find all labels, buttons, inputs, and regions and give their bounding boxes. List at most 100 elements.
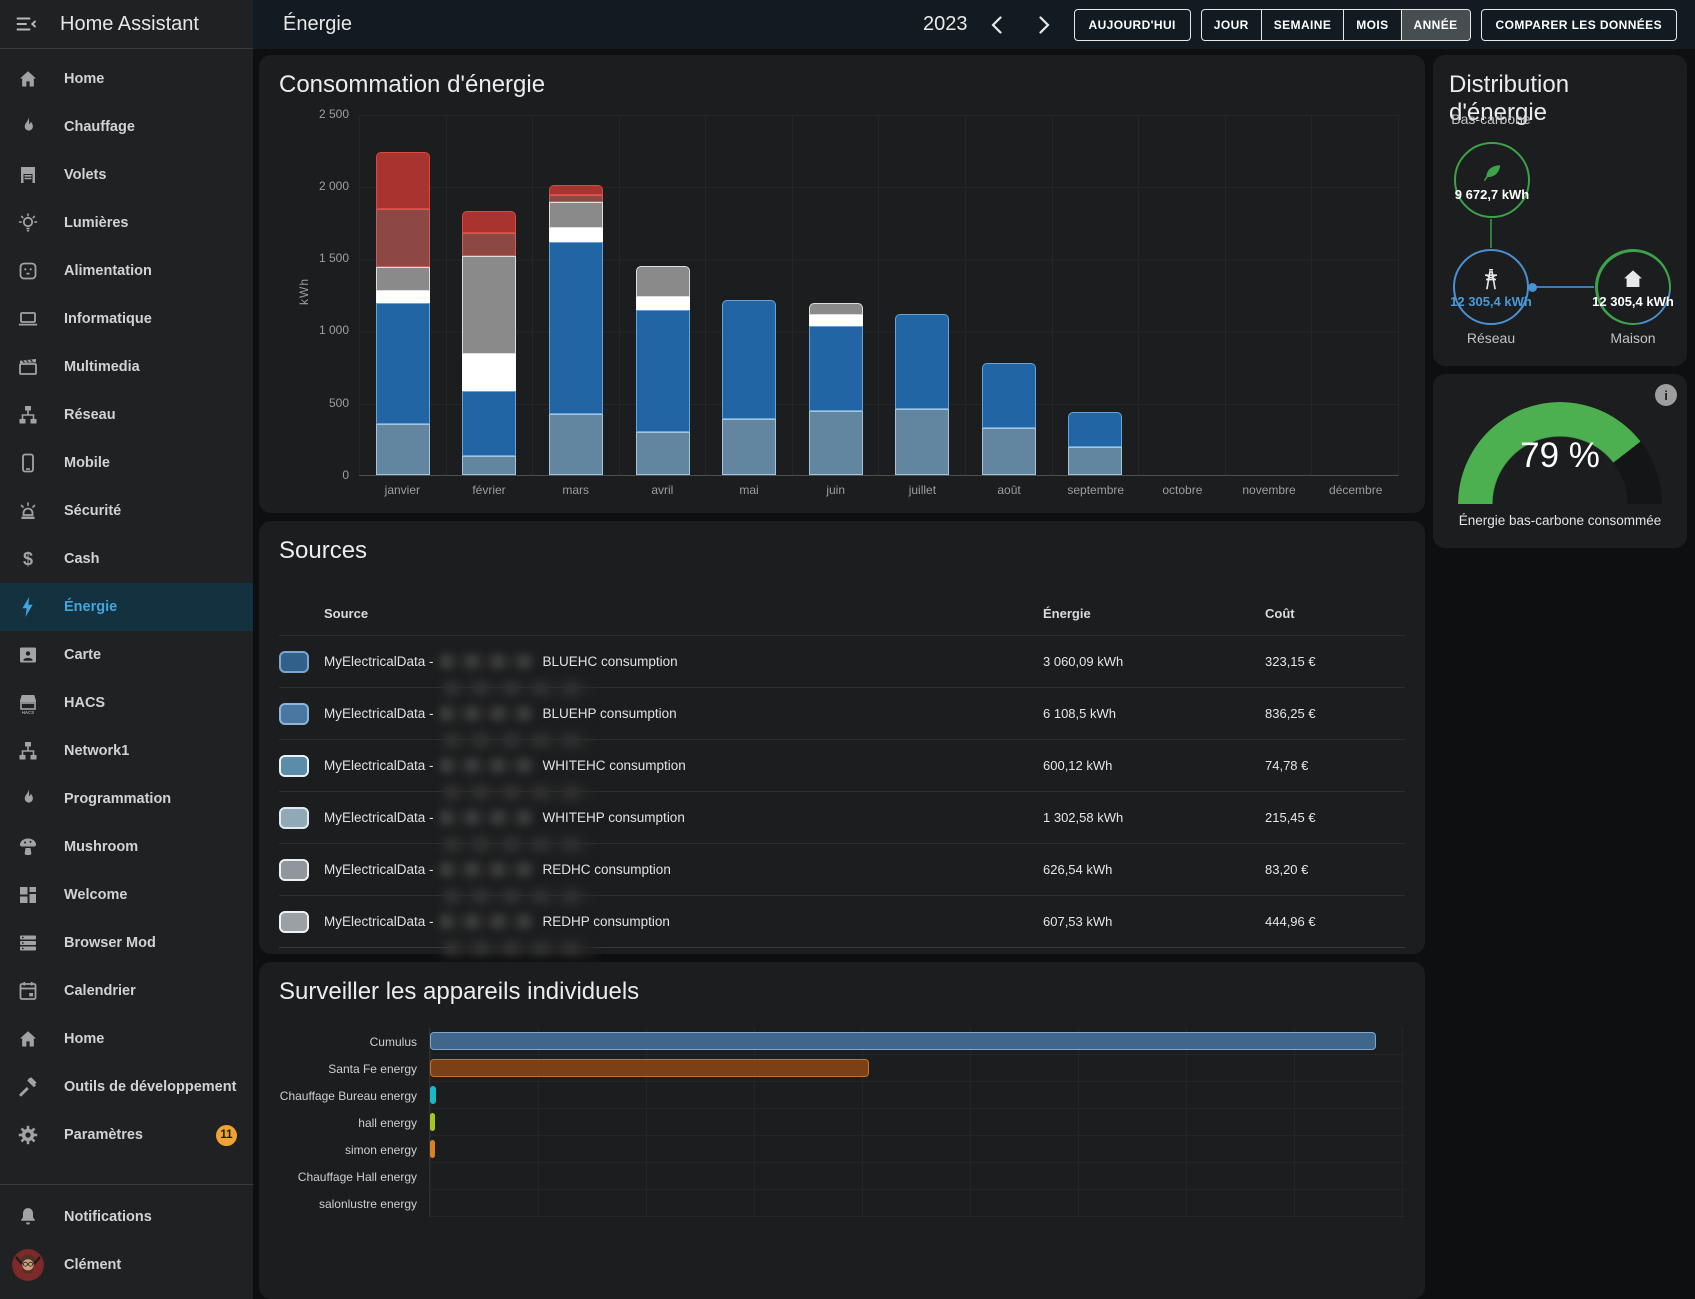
device-label: Cumulus	[279, 1035, 429, 1049]
stacked-bar	[636, 266, 690, 475]
source-row[interactable]: MyElectricalData -REDHP consumption 607,…	[279, 895, 1405, 947]
currency-usd-icon: $	[16, 547, 40, 571]
device-track	[429, 1109, 1405, 1136]
source-row[interactable]: MyElectricalData -BLUEHP consumption 6 1…	[279, 687, 1405, 739]
menu-open-icon[interactable]	[14, 12, 38, 36]
low-carbon-node[interactable]: 9 672,7 kWh	[1454, 142, 1530, 218]
sidebar-item-cash[interactable]: $ Cash	[0, 535, 253, 583]
source-name: WHITEHC consumption	[543, 758, 686, 773]
source-row[interactable]: MyElectricalData -REDHC consumption 626,…	[279, 843, 1405, 895]
devices-chart: Cumulus Santa Fe energy Chauffage Bureau…	[279, 1028, 1405, 1217]
sidebar-item-mobile[interactable]: Mobile	[0, 439, 253, 487]
devices-title: Surveiller les appareils individuels	[279, 978, 1405, 1006]
month-slot	[878, 115, 965, 475]
source-name: WHITEHP consumption	[543, 810, 685, 825]
sidebar-item-mushroom[interactable]: Mushroom	[0, 823, 253, 871]
device-bar	[430, 1140, 435, 1158]
alarm-light-icon	[16, 499, 40, 523]
home-node[interactable]: 12 305,4 kWh	[1598, 252, 1669, 323]
consumption-chart: kWh 2 500 2 000 1 500 1 000 500 0	[359, 115, 1399, 497]
redacted-id	[440, 914, 535, 929]
source-color-swatch	[279, 703, 309, 725]
sidebar-nav: Home Chauffage Volets Lumières Alimentat…	[0, 49, 253, 1159]
sources-header: Source Énergie Coût	[279, 591, 1405, 635]
tab-mois[interactable]: MOIS	[1344, 10, 1401, 40]
sidebar-item-securite[interactable]: Sécurité	[0, 487, 253, 535]
month-slot	[1052, 115, 1139, 475]
device-label: Chauffage Bureau energy	[279, 1089, 429, 1103]
source-prefix: MyElectricalData -	[324, 654, 434, 669]
source-cost: 74,78 €	[1265, 758, 1405, 773]
sidebar-item-informatique[interactable]: Informatique	[0, 295, 253, 343]
sidebar-item-multimedia[interactable]: Multimedia	[0, 343, 253, 391]
sidebar-item-network1[interactable]: Network1	[0, 727, 253, 775]
source-row[interactable]: MyElectricalData -WHITEHP consumption 1 …	[279, 791, 1405, 843]
sidebar-item-alimentation[interactable]: Alimentation	[0, 247, 253, 295]
sidebar-item-home2[interactable]: Home	[0, 1015, 253, 1063]
device-track	[429, 1028, 1405, 1055]
sidebar-item-chauffage[interactable]: Chauffage	[0, 103, 253, 151]
account-box-icon	[16, 643, 40, 667]
col-cout: Coût	[1265, 606, 1405, 621]
device-track	[429, 1082, 1405, 1109]
sidebar-item-label: Sécurité	[64, 503, 121, 519]
sidebar-item-user[interactable]: Clément	[0, 1241, 253, 1289]
month-slot	[532, 115, 619, 475]
sidebar-item-hacs[interactable]: HACS HACS	[0, 679, 253, 727]
sidebar-item-lumieres[interactable]: Lumières	[0, 199, 253, 247]
x-tick: août	[966, 483, 1053, 497]
month-slot	[446, 115, 533, 475]
device-row: Cumulus	[279, 1028, 1405, 1055]
sidebar-item-notifications[interactable]: Notifications	[0, 1193, 253, 1241]
y-axis-label: kWh	[297, 278, 311, 305]
house-icon	[1620, 266, 1646, 292]
source-row[interactable]: MyElectricalData -WHITEHC consumption 60…	[279, 739, 1405, 791]
home-label: Maison	[1573, 330, 1693, 346]
sidebar-item-outils-dev[interactable]: Outils de développement	[0, 1063, 253, 1111]
sidebar-item-calendrier[interactable]: Calendrier	[0, 967, 253, 1015]
sidebar-item-browser-mod[interactable]: Browser Mod	[0, 919, 253, 967]
grid-node[interactable]: 12 305,4 kWh	[1453, 249, 1529, 325]
sidebar-item-label: Programmation	[64, 791, 171, 807]
gauge-card: i 79 % Énergie bas-carbone consommée	[1433, 374, 1687, 548]
source-color-swatch	[279, 651, 309, 673]
tab-jour[interactable]: JOUR	[1202, 10, 1262, 40]
chevron-left-icon[interactable]	[978, 8, 1016, 42]
sidebar-item-energie[interactable]: Énergie	[0, 583, 253, 631]
tab-annee[interactable]: ANNÉE	[1402, 10, 1470, 40]
low-carbon-value: 9 672,7 kWh	[1455, 187, 1529, 202]
x-tick: mars	[532, 483, 619, 497]
compare-data-button[interactable]: COMPARER LES DONNÉES	[1481, 9, 1677, 41]
home-node-ring: 12 305,4 kWh	[1595, 249, 1671, 325]
sidebar-item-volets[interactable]: Volets	[0, 151, 253, 199]
laptop-icon	[16, 307, 40, 331]
sidebar-item-label: Paramètres	[64, 1127, 143, 1143]
page-title: Énergie	[283, 13, 352, 36]
flow-dot	[1528, 283, 1537, 292]
x-tick: janvier	[359, 483, 446, 497]
sidebar-item-carte[interactable]: Carte	[0, 631, 253, 679]
transmission-tower-icon	[1478, 266, 1504, 292]
sidebar-item-welcome[interactable]: Welcome	[0, 871, 253, 919]
source-cost: 444,96 €	[1265, 914, 1405, 929]
home-icon	[16, 1027, 40, 1051]
redacted-id	[440, 862, 535, 877]
source-energy: 600,12 kWh	[1043, 758, 1265, 773]
year-display: 2023	[923, 13, 968, 36]
tab-semaine[interactable]: SEMAINE	[1262, 10, 1344, 40]
sidebar-item-parametres[interactable]: Paramètres 11	[0, 1111, 253, 1159]
stacked-bar	[722, 300, 776, 475]
info-icon[interactable]: i	[1655, 384, 1677, 406]
view-dashboard-icon	[16, 883, 40, 907]
device-bar	[430, 1032, 1376, 1050]
sidebar-item-programmation[interactable]: Programmation	[0, 775, 253, 823]
fire-icon	[16, 787, 40, 811]
device-bar	[430, 1059, 869, 1077]
x-tick: février	[446, 483, 533, 497]
sidebar-item-home[interactable]: Home	[0, 55, 253, 103]
source-row[interactable]: MyElectricalData -BLUEHC consumption 3 0…	[279, 635, 1405, 687]
sidebar-item-reseau[interactable]: Réseau	[0, 391, 253, 439]
y-tick: 1 000	[289, 323, 359, 337]
chevron-right-icon[interactable]	[1026, 8, 1064, 42]
today-button[interactable]: AUJOURD'HUI	[1074, 9, 1191, 41]
